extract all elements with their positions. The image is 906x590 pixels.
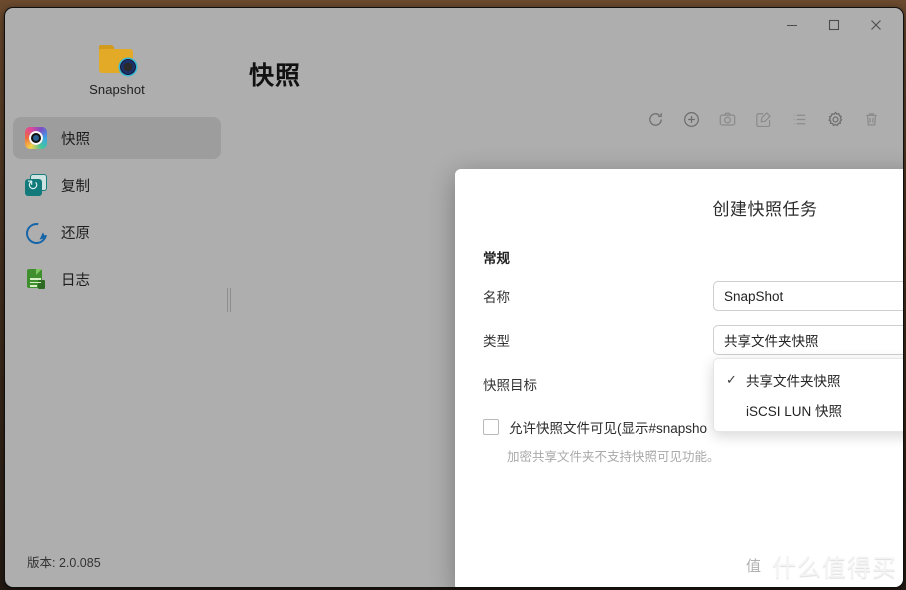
encryption-hint-text: 加密共享文件夹不支持快照可见功能。 — [507, 446, 904, 465]
minimize-button[interactable] — [771, 10, 813, 40]
camera-icon[interactable] — [709, 102, 745, 136]
maximize-button[interactable] — [813, 10, 855, 40]
dropdown-option-shared-folder-snapshot[interactable]: ✓ 共享文件夹快照 — [714, 365, 904, 395]
version-label: 版本: 2.0.085 — [27, 552, 101, 571]
close-button[interactable] — [855, 10, 897, 40]
target-field-label: 快照目标 — [483, 374, 713, 394]
main-content: 快照 — [229, 42, 903, 587]
type-dropdown-list: ✓ 共享文件夹快照 iSCSI LUN 快照 — [713, 358, 904, 432]
sidebar-nav: 快照 复制 还原 日志 — [5, 117, 229, 300]
add-icon[interactable] — [673, 102, 709, 136]
dropdown-option-iscsi-lun-snapshot[interactable]: iSCSI LUN 快照 — [714, 395, 904, 425]
sidebar-item-replicate[interactable]: 复制 — [13, 164, 221, 206]
sidebar-item-log[interactable]: 日志 — [13, 258, 221, 300]
dropdown-option-label: 共享文件夹快照 — [746, 370, 841, 390]
toolbar — [637, 102, 889, 136]
sidebar-item-label: 复制 — [61, 175, 90, 196]
restore-icon — [25, 221, 47, 243]
refresh-icon[interactable] — [637, 102, 673, 136]
app-brand-label: Snapshot — [5, 82, 229, 97]
check-icon: ✓ — [726, 372, 746, 388]
field-row-type: 类型 共享文件夹快照 ✓ 共享文件夹快照 — [483, 325, 904, 355]
window-titlebar — [5, 8, 903, 42]
dialog-title: 创建快照任务 — [455, 169, 904, 220]
edit-icon[interactable] — [745, 102, 781, 136]
gear-icon[interactable] — [817, 102, 853, 136]
list-icon[interactable] — [781, 102, 817, 136]
replicate-icon — [25, 174, 47, 196]
sidebar-item-label: 日志 — [61, 269, 90, 290]
type-field-label: 类型 — [483, 330, 713, 350]
name-field-label: 名称 — [483, 286, 713, 306]
watermark-badge: 值 — [741, 553, 766, 578]
field-row-name: 名称 — [483, 281, 904, 311]
application-window: Snapshot 快照 复制 还原 — [4, 7, 904, 588]
app-brand: Snapshot — [5, 42, 229, 97]
watermark: 值 什么值得买 — [741, 548, 897, 583]
type-select-value: 共享文件夹快照 — [724, 330, 904, 350]
sidebar-item-label: 快照 — [61, 128, 90, 149]
snapshot-visible-checkbox[interactable] — [483, 419, 499, 435]
create-snapshot-task-dialog: 创建快照任务 常规 名称 类型 共享文件夹快照 — [455, 169, 904, 588]
type-select[interactable]: 共享文件夹快照 — [713, 325, 904, 355]
log-icon — [25, 268, 47, 290]
sidebar-item-label: 还原 — [61, 222, 90, 243]
snapshot-icon — [25, 127, 47, 149]
trash-icon[interactable] — [853, 102, 889, 136]
watermark-text: 什么值得买 — [772, 548, 897, 583]
sidebar-item-restore[interactable]: 还原 — [13, 211, 221, 253]
dialog-body: 常规 名称 类型 共享文件夹快照 — [455, 231, 904, 525]
snapshot-visible-label: 允许快照文件可见(显示#snapsho — [509, 417, 707, 437]
name-input[interactable] — [713, 281, 904, 311]
sidebar-item-snapshot[interactable]: 快照 — [13, 117, 221, 159]
dropdown-option-label: iSCSI LUN 快照 — [746, 400, 842, 420]
section-heading-general: 常规 — [483, 247, 904, 267]
page-title: 快照 — [249, 56, 301, 92]
sidebar: Snapshot 快照 复制 还原 — [5, 42, 229, 587]
folder-snapshot-icon — [97, 44, 137, 77]
